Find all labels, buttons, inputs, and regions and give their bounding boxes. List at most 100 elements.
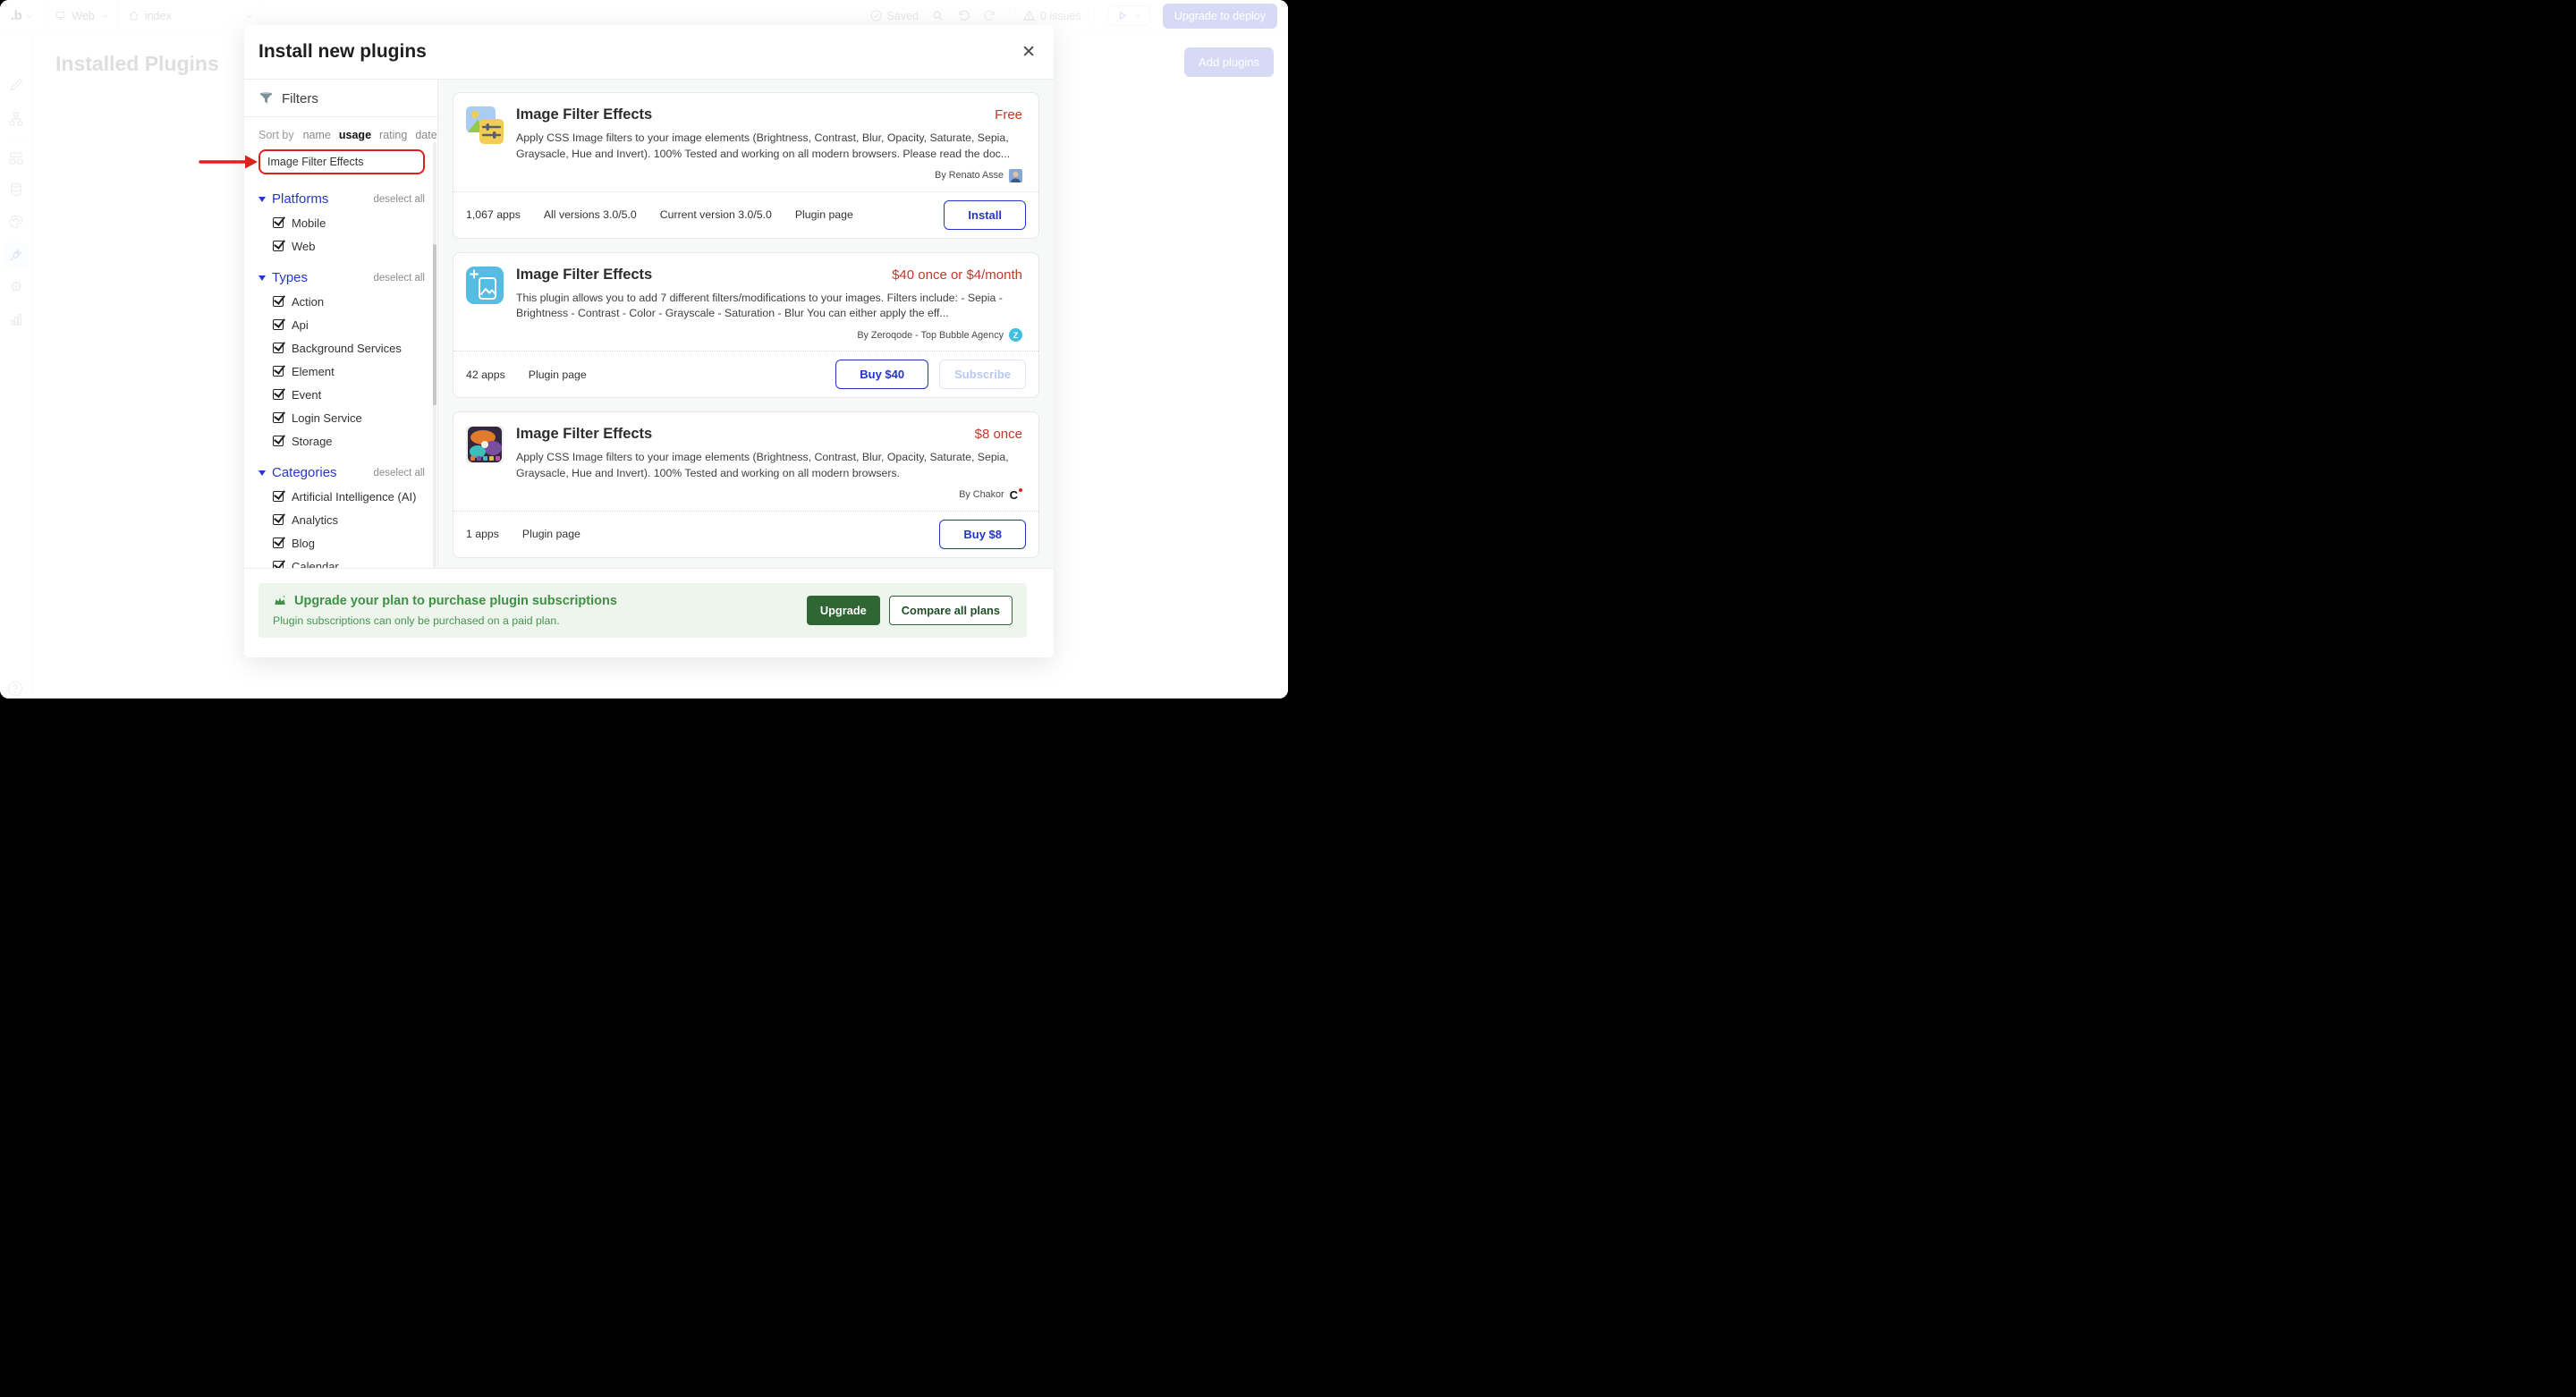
section-title[interactable]: Platforms	[272, 191, 328, 207]
author-photo-avatar	[1009, 169, 1022, 182]
install-plugins-modal: Install new plugins ✕ Filters Sort by na…	[244, 25, 1054, 657]
upgrade-banner: Upgrade your plan to purchase plugin sub…	[258, 583, 1027, 638]
plugin-name: Image Filter Effects	[516, 267, 652, 284]
sort-by-row: Sort by name usage rating date price	[244, 117, 437, 141]
app-window: .b Web index Saved	[0, 0, 1288, 698]
sort-by-label: Sort by	[258, 129, 294, 141]
checkbox-checked-icon	[273, 412, 284, 423]
plugin-description: Apply CSS Image filters to your image el…	[516, 131, 1022, 163]
checkbox-checked-icon	[273, 319, 284, 330]
plugin-author: By Zeroqode - Top Bubble Agency Z	[516, 328, 1022, 342]
checkbox-checked-icon	[273, 436, 284, 446]
plugin-search-input[interactable]	[260, 151, 423, 173]
filter-checkbox-background-services[interactable]: Background Services	[273, 341, 437, 355]
plugin-card: Image Filter Effects $8 once Apply CSS I…	[453, 411, 1039, 558]
filter-checkbox-element[interactable]: Element	[273, 364, 437, 378]
checkbox-checked-icon	[273, 241, 284, 251]
plugin-card: Image Filter Effects Free Apply CSS Imag…	[453, 92, 1039, 239]
plugin-card: Image Filter Effects $40 once or $4/mont…	[453, 252, 1039, 399]
collapse-triangle-icon[interactable]	[258, 470, 266, 476]
buy-button[interactable]: Buy $8	[939, 520, 1026, 549]
plugin-price: $8 once	[975, 427, 1022, 442]
deselect-all-link[interactable]: deselect all	[373, 468, 425, 478]
sort-option-name[interactable]: name	[303, 129, 331, 141]
sort-option-rating[interactable]: rating	[379, 129, 407, 141]
checkbox-checked-icon	[273, 366, 284, 377]
section-title[interactable]: Types	[272, 270, 308, 285]
filter-checkbox-api[interactable]: Api	[273, 318, 437, 332]
checkbox-checked-icon	[273, 514, 284, 525]
modal-title: Install new plugins	[258, 41, 427, 63]
collapse-triangle-icon[interactable]	[258, 275, 266, 281]
deselect-all-link[interactable]: deselect all	[373, 194, 425, 205]
plugin-page-link[interactable]: Plugin page	[529, 368, 587, 381]
checkbox-checked-icon	[273, 561, 284, 568]
plugin-price: $40 once or $4/month	[892, 267, 1022, 283]
sort-option-usage[interactable]: usage	[339, 129, 371, 141]
filters-panel: Filters Sort by name usage rating date p…	[244, 80, 438, 568]
filter-checkbox-mobile[interactable]: Mobile	[273, 216, 437, 230]
subscribe-button-disabled[interactable]: Subscribe	[939, 360, 1026, 389]
annotation-arrow	[199, 154, 259, 170]
close-icon[interactable]: ✕	[1018, 40, 1039, 64]
install-button[interactable]: Install	[944, 200, 1026, 230]
plugin-icon-image-sliders	[466, 106, 504, 144]
apps-count: 1,067 apps	[466, 208, 521, 221]
plugin-page-link[interactable]: Plugin page	[795, 208, 853, 221]
upgrade-button[interactable]: Upgrade	[807, 596, 880, 625]
search-highlight-box	[258, 149, 425, 174]
filters-scrollbar-thumb[interactable]	[433, 244, 436, 405]
filter-checkbox-login-service[interactable]: Login Service	[273, 411, 437, 425]
checkbox-checked-icon	[273, 491, 284, 502]
plugin-price: Free	[995, 107, 1022, 123]
plugin-description: Apply CSS Image filters to your image el…	[516, 450, 1022, 482]
checkbox-checked-icon	[273, 538, 284, 548]
section-title[interactable]: Categories	[272, 465, 337, 480]
modal-header: Install new plugins ✕	[244, 25, 1054, 79]
collapse-triangle-icon[interactable]	[258, 197, 266, 202]
plugin-card-footer: 42 apps Plugin page Buy $40 Subscribe	[453, 351, 1038, 397]
checkbox-checked-icon	[273, 389, 284, 400]
current-version-rating: Current version 3.0/5.0	[660, 208, 772, 221]
sort-option-date[interactable]: date	[415, 129, 436, 141]
compare-all-plans-button[interactable]: Compare all plans	[889, 596, 1013, 625]
plugin-name: Image Filter Effects	[516, 426, 652, 443]
filter-checkbox-action[interactable]: Action	[273, 294, 437, 309]
plugin-icon-abstract-art	[466, 426, 504, 463]
plugin-author: By Renato Asse	[516, 169, 1022, 182]
plugin-description: This plugin allows you to add 7 differen…	[516, 291, 1022, 323]
filter-checkbox-ai[interactable]: Artificial Intelligence (AI)	[273, 489, 437, 504]
zeroqode-logo: Z	[1009, 328, 1022, 342]
deselect-all-link[interactable]: deselect all	[373, 273, 425, 284]
filter-checkbox-web[interactable]: Web	[273, 239, 437, 253]
modal-footer: Upgrade your plan to purchase plugin sub…	[244, 568, 1054, 657]
filters-heading: Filters	[244, 80, 437, 116]
plugin-results-area: Image Filter Effects Free Apply CSS Imag…	[438, 80, 1054, 568]
checkbox-checked-icon	[273, 296, 284, 307]
plugin-icon-photo-sparkle	[466, 267, 504, 304]
filter-section-categories: Categories deselect all Artificial Intel…	[244, 465, 437, 568]
plugin-page-link[interactable]: Plugin page	[522, 528, 580, 540]
filter-section-platforms: Platforms deselect all Mobile Web	[244, 191, 437, 253]
filter-checkbox-storage[interactable]: Storage	[273, 434, 437, 448]
funnel-icon	[258, 91, 274, 106]
chakor-logo: C	[1010, 488, 1022, 502]
all-versions-rating: All versions 3.0/5.0	[544, 208, 637, 221]
apps-count: 42 apps	[466, 368, 505, 381]
filter-checkbox-calendar[interactable]: Calendar	[273, 559, 437, 568]
filter-checkbox-blog[interactable]: Blog	[273, 536, 437, 550]
plugin-card-footer: 1 apps Plugin page Buy $8	[453, 511, 1038, 557]
banner-subtitle: Plugin subscriptions can only be purchas…	[273, 614, 617, 627]
plugin-card-footer: 1,067 apps All versions 3.0/5.0 Current …	[453, 191, 1038, 238]
checkbox-checked-icon	[273, 217, 284, 228]
plugin-author: By Chakor C	[516, 488, 1022, 502]
plugin-name: Image Filter Effects	[516, 106, 652, 123]
filter-section-types: Types deselect all Action Api Background…	[244, 270, 437, 448]
buy-button[interactable]: Buy $40	[835, 360, 928, 389]
apps-count: 1 apps	[466, 528, 499, 540]
banner-title: Upgrade your plan to purchase plugin sub…	[273, 594, 617, 608]
crown-icon	[273, 594, 287, 608]
filter-checkbox-event[interactable]: Event	[273, 387, 437, 402]
checkbox-checked-icon	[273, 343, 284, 353]
filter-checkbox-analytics[interactable]: Analytics	[273, 512, 437, 527]
